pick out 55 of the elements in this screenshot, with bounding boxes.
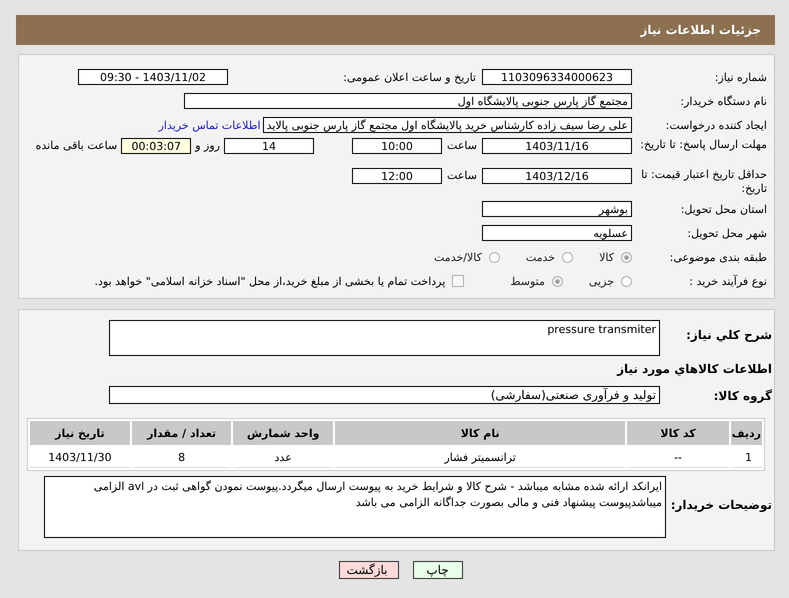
- column-header: ردیف: [730, 421, 762, 445]
- radio-button[interactable]: [552, 276, 563, 286]
- column-header: نام کالا: [334, 421, 626, 445]
- column-header: تعداد / مقدار: [132, 421, 232, 445]
- radio-button[interactable]: [621, 252, 632, 262]
- column-header: کد کالا: [627, 421, 729, 445]
- field-label: حداقل تاریخ اعتبار قیمت: تا تاریخ:: [640, 168, 767, 196]
- checkbox[interactable]: [452, 275, 464, 287]
- field-label: شهر محل تحویل:: [686, 226, 767, 240]
- option-label: کالا: [599, 250, 614, 264]
- days-label: روز و: [194, 139, 221, 152]
- radio-button[interactable]: [621, 276, 632, 286]
- print-button[interactable]: چاپ: [412, 561, 462, 579]
- buyer-notes-field[interactable]: ایرانکد ارائه شده مشابه میباشد - شرح کالا و شرایط خرید به پیوست ارسال میگردد.پیوست نمودن گواهی ثبت در avl الزامی میباشدپیوست پیشنهاد فنی و مالی بصورت جداگانه الزامی می باشد: [44, 476, 666, 538]
- validity-time-field[interactable]: 12:00: [352, 168, 442, 184]
- field-label: شرح کلي نیاز:: [685, 328, 773, 342]
- validity-date-field[interactable]: 1403/12/16: [482, 168, 632, 184]
- page-title: جزئیات اطلاعات نیاز: [640, 23, 761, 37]
- field-label: نام دستگاه خریدار:: [679, 94, 767, 108]
- buyer-org-field[interactable]: مجتمع گاز پارس جنوبی پالایشگاه اول: [184, 93, 632, 109]
- field-label: استان محل تحویل:: [680, 202, 767, 216]
- need-number-field[interactable]: 1103096334000623: [482, 69, 632, 85]
- field-label: توضیحات خریدار:: [670, 498, 773, 512]
- province-field[interactable]: بوشهر: [482, 201, 632, 217]
- remaining-time-field[interactable]: 00:03:07: [121, 138, 192, 154]
- field-label: شماره نیاز:: [714, 70, 767, 84]
- option-label: جزیی: [588, 274, 614, 288]
- deadline-date-field[interactable]: 1403/11/16: [482, 138, 632, 154]
- radio-button[interactable]: [562, 252, 574, 262]
- city-field[interactable]: عسلویه: [482, 225, 632, 241]
- field-label: نوع فرآیند خرید :: [688, 274, 767, 288]
- field-label: مهلت ارسال پاسخ: تا تاریخ:: [639, 138, 767, 152]
- announce-date-field[interactable]: 1403/11/02 - 09:30: [78, 69, 228, 85]
- time-label: ساعت: [446, 169, 478, 182]
- radio-button[interactable]: [488, 252, 500, 262]
- column-header: تاریخ نیاز: [30, 421, 130, 445]
- field-label: گروه کالا:: [712, 389, 773, 403]
- remaining-label: ساعت باقی مانده: [34, 139, 118, 152]
- option-label: خدمت: [526, 250, 556, 264]
- option-label: متوسط: [510, 274, 545, 288]
- days-field[interactable]: 14: [224, 138, 314, 154]
- payment-note: پرداخت تمام یا بخشی از مبلغ خرید،از محل "اسناد خزانه اسلامی" خواهد بود.: [94, 274, 446, 288]
- field-label: ایجاد کننده درخواست:: [664, 118, 767, 132]
- buyer-contact-link[interactable]: اطلاعات تماس خریدار: [158, 118, 261, 132]
- time-label: ساعت: [446, 139, 478, 152]
- section-heading: اطلاعات کالاهاي مورد نیاز: [616, 362, 773, 376]
- requester-field[interactable]: علی رضا سیف زاده کارشناس خرید پالایشگاه اول مجتمع گاز پارس جنوبی پالاید: [262, 117, 632, 133]
- column-header: واحد شمارش: [233, 421, 333, 445]
- field-label: تاریخ و ساعت اعلان عمومی:: [342, 70, 477, 84]
- description-field[interactable]: pressure transmiter: [109, 320, 660, 356]
- back-button[interactable]: بازگشت: [338, 561, 398, 579]
- deadline-time-field[interactable]: 10:00: [352, 138, 442, 154]
- field-label: طبقه بندی موضوعی:: [668, 250, 767, 264]
- goods-group-field[interactable]: تولید و فرآوری صنعتی(سفارشی): [109, 386, 660, 404]
- option-label: کالا/خدمت: [434, 250, 482, 264]
